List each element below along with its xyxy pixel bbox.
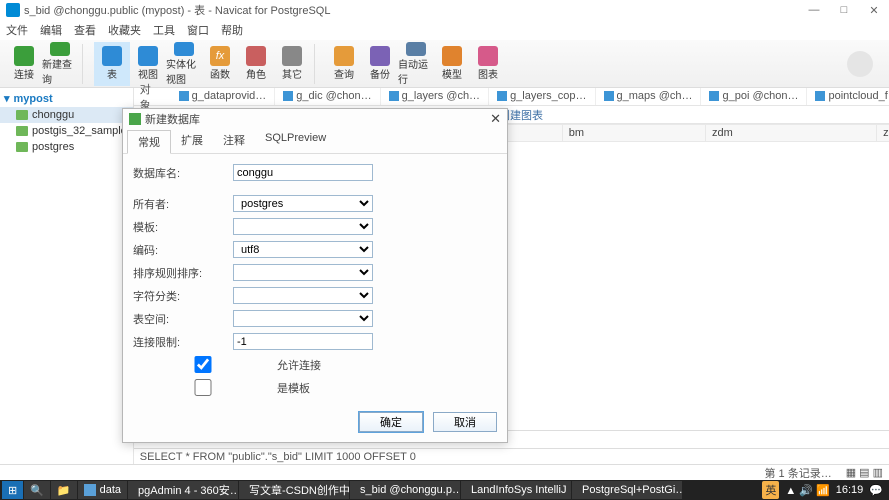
tool-模型[interactable]: 模型: [434, 42, 470, 86]
tab[interactable]: g_dataprovid…: [171, 88, 276, 105]
tray-icons[interactable]: ▲ 🔊 📶: [785, 484, 829, 497]
col-header[interactable]: zdz: [877, 125, 889, 142]
menu-收藏夹[interactable]: 收藏夹: [108, 22, 141, 38]
tool-实体化视图[interactable]: 实体化视图: [166, 42, 202, 86]
ctype-select[interactable]: [233, 287, 373, 304]
notif-button[interactable]: 💬: [869, 484, 883, 497]
dialog-tab-常规[interactable]: 常规: [127, 130, 171, 154]
task-item[interactable]: pgAdmin 4 - 360安…: [128, 481, 238, 499]
tab-bar: g_dataprovid…g_dic @chon…g_layers @ch…g_…: [171, 88, 889, 106]
tree-item-postgis_32_sample[interactable]: postgis_32_sample: [0, 123, 133, 139]
tree-item-postgres[interactable]: postgres: [0, 139, 133, 155]
encoding-select[interactable]: utf8: [233, 241, 373, 258]
conn-limit-input[interactable]: [233, 333, 373, 350]
task-item[interactable]: LandInfoSys IntelliJ …: [461, 481, 571, 499]
ime-indicator[interactable]: 英: [762, 481, 779, 499]
menu-窗口[interactable]: 窗口: [187, 22, 209, 38]
new-database-dialog: 新建数据库 ✕ 常规扩展注释SQLPreview 数据库名: 所有者:postg…: [122, 108, 508, 443]
task-item[interactable]: data: [78, 481, 127, 499]
tab[interactable]: g_dic @chon…: [275, 88, 380, 105]
tool-自动运行[interactable]: 自动运行: [398, 42, 434, 86]
menu-查看[interactable]: 查看: [74, 22, 96, 38]
close-button[interactable]: ✕: [859, 0, 889, 20]
tool-视图[interactable]: 视图: [130, 42, 166, 86]
dialog-close-icon[interactable]: ✕: [490, 111, 501, 127]
window-title: s_bid @chonggu.public (mypost) - 表 - Nav…: [24, 2, 330, 18]
clock[interactable]: 16:19: [836, 484, 864, 496]
avatar[interactable]: [847, 51, 873, 77]
tree-root[interactable]: ▾ mypost: [0, 90, 133, 107]
dialog-title: 新建数据库: [145, 111, 200, 127]
col-header[interactable]: zdm: [705, 125, 876, 142]
minimize-button[interactable]: —: [799, 0, 829, 20]
collation-select[interactable]: [233, 264, 373, 281]
start-button[interactable]: ⊞: [2, 481, 23, 499]
dialog-tab-注释[interactable]: 注释: [213, 129, 255, 153]
tab[interactable]: g_layers_cop…: [489, 88, 595, 105]
tool-备份[interactable]: 备份: [362, 42, 398, 86]
tool-查询[interactable]: 查询: [326, 42, 362, 86]
toolbar: 连接新建查询表视图实体化视图fx函数角色其它查询备份自动运行模型图表: [0, 40, 889, 88]
tablespace-select[interactable]: [233, 310, 373, 327]
col-header[interactable]: bm: [562, 125, 705, 142]
sidebar: ▾ mypost chonggupostgis_32_samplepostgre…: [0, 88, 134, 464]
tab[interactable]: pointcloud_f…: [807, 88, 889, 105]
is-template-checkbox[interactable]: 是模板: [133, 379, 310, 396]
dialog-tab-SQLPreview[interactable]: SQLPreview: [255, 129, 336, 153]
owner-select[interactable]: postgres: [233, 195, 373, 212]
tab[interactable]: g_poi @chon…: [701, 88, 807, 105]
maximize-button[interactable]: □: [829, 0, 859, 20]
dialog-tab-扩展[interactable]: 扩展: [171, 129, 213, 153]
menu-文件[interactable]: 文件: [6, 22, 28, 38]
search-button[interactable]: 🔍: [24, 481, 50, 499]
menu-帮助[interactable]: 帮助: [221, 22, 243, 38]
taskbar: ⊞ 🔍 📁 datapgAdmin 4 - 360安…写文章-CSDN创作中…s…: [0, 480, 889, 500]
menu-编辑[interactable]: 编辑: [40, 22, 62, 38]
menubar: 文件编辑查看收藏夹工具窗口帮助: [0, 20, 889, 40]
tool-连接[interactable]: 连接: [6, 42, 42, 86]
record-status: 第 1 条记录…: [764, 465, 831, 481]
task-item[interactable]: s_bid @chonggu.p…: [350, 481, 460, 499]
tool-表[interactable]: 表: [94, 42, 130, 86]
explorer-button[interactable]: 📁: [51, 481, 77, 499]
db-name-input[interactable]: [233, 164, 373, 181]
tab[interactable]: g_maps @ch…: [596, 88, 702, 105]
tool-图表[interactable]: 图表: [470, 42, 506, 86]
task-item[interactable]: PostgreSql+PostGi…: [572, 481, 682, 499]
sql-preview: SELECT * FROM "public"."s_bid" LIMIT 100…: [134, 448, 889, 464]
tab[interactable]: g_layers @ch…: [381, 88, 489, 105]
menu-工具[interactable]: 工具: [153, 22, 175, 38]
template-select[interactable]: [233, 218, 373, 235]
tool-其它[interactable]: 其它: [274, 42, 310, 86]
tool-角色[interactable]: 角色: [238, 42, 274, 86]
tool-函数[interactable]: fx函数: [202, 42, 238, 86]
tree-item-chonggu[interactable]: chonggu: [0, 107, 133, 123]
ok-button[interactable]: 确定: [359, 412, 423, 432]
task-item[interactable]: 写文章-CSDN创作中…: [239, 481, 349, 499]
tool-新建查询[interactable]: 新建查询: [42, 42, 78, 86]
app-icon: [6, 3, 20, 17]
allow-conn-checkbox[interactable]: 允许连接: [133, 356, 321, 373]
database-icon: [129, 113, 141, 125]
cancel-button[interactable]: 取消: [433, 412, 497, 432]
